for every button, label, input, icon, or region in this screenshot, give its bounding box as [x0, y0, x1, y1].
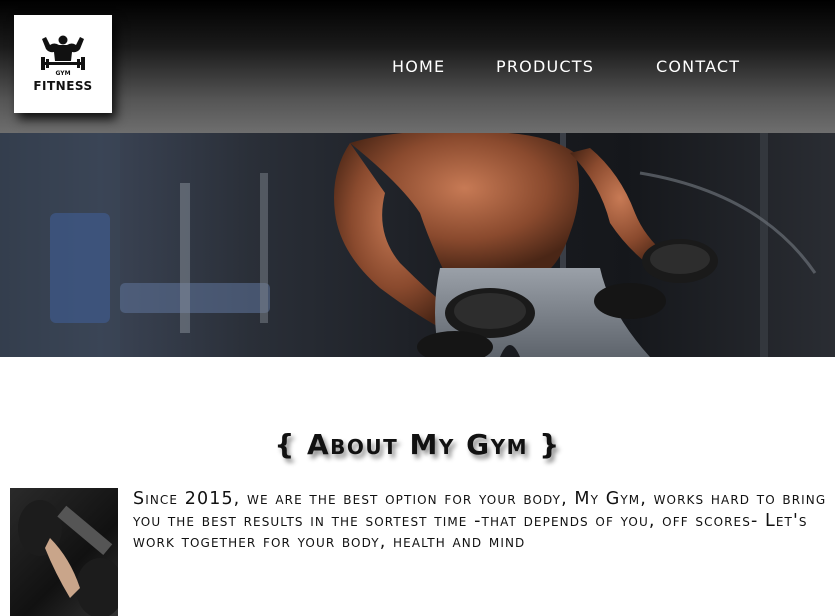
hero-banner [0, 133, 835, 357]
logo-word: FITNESS [33, 79, 93, 93]
logo[interactable]: GYM FITNESS [14, 15, 112, 113]
bodybuilder-dumbbell-icon [41, 35, 85, 70]
muscular-man-dumbbells-photo [0, 133, 817, 357]
hand-dumbbell-photo [10, 488, 118, 616]
nav-home-link[interactable]: HOME [392, 57, 445, 76]
site-header: GYM FITNESS HOME PRODUCTS CONTACT [0, 0, 835, 133]
nav-contact-link[interactable]: CONTACT [656, 57, 740, 76]
about-description: Since 2015, we are the best option for y… [133, 489, 827, 552]
logo-small-text: GYM [55, 70, 71, 77]
about-title: { About My Gym } [274, 428, 561, 461]
nav-products-link[interactable]: PRODUCTS [496, 57, 594, 76]
